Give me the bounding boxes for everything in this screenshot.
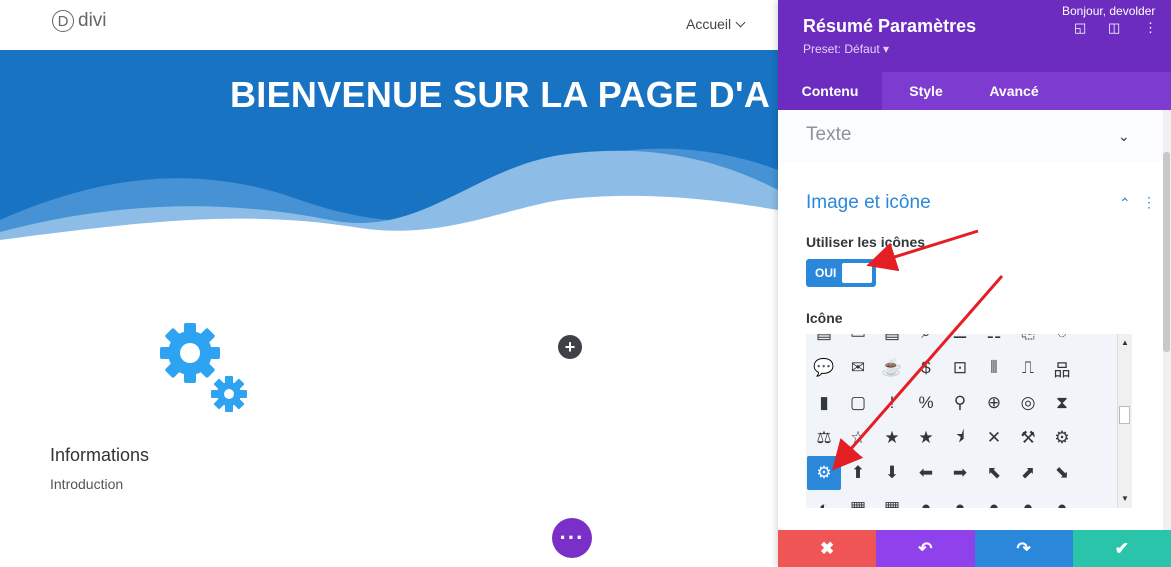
more-options-button[interactable]: ··· <box>552 518 592 558</box>
icon-option[interactable]: ✉ <box>841 351 875 385</box>
icon-grid-scroll-thumb[interactable] <box>1119 406 1130 424</box>
icon-option[interactable]: ⚙ <box>1045 421 1079 455</box>
chevron-down-icon <box>735 17 746 27</box>
use-icons-toggle[interactable]: OUI <box>806 259 876 287</box>
icon-option[interactable]: ⬇ <box>875 456 909 490</box>
section-menu-icon[interactable]: ⋮ <box>1142 194 1156 211</box>
hero-section: BIENVENUE SUR LA PAGE D'A <box>0 50 778 240</box>
icon-option[interactable]: % <box>909 386 943 420</box>
panel-header[interactable]: Résumé Paramètres Preset: Défaut ▾ Bonjo… <box>778 0 1171 72</box>
icon-option[interactable]: ⚒ <box>1011 421 1045 455</box>
panel-tabs: Contenu Style Avancé <box>778 72 1171 110</box>
icon-option[interactable]: ☰ <box>943 334 977 350</box>
icon-option[interactable]: ● <box>909 491 943 508</box>
kebab-menu-icon[interactable]: ⋮ <box>1144 20 1157 36</box>
icon-option[interactable]: ☕ <box>875 351 909 385</box>
icon-option[interactable]: ⫴ <box>977 351 1011 385</box>
tab-style[interactable]: Style <box>890 72 962 110</box>
icon-option[interactable]: ☷ <box>977 334 1011 350</box>
scroll-up-icon[interactable]: ▲ <box>1121 338 1129 347</box>
icon-option[interactable]: ● <box>1045 491 1079 508</box>
icon-option[interactable]: ◐ <box>807 491 841 508</box>
panel-title: Résumé Paramètres <box>803 16 977 36</box>
site-header: D divi Accueil <box>0 0 778 50</box>
icon-picker-grid: ▤▭▤⌕☰☷⎘◌💬✉☕$⊡⫴⎍品▮▢!%⚲⊕◎⧗⚖☆★★⯨✕⚒⚙⚙⬆⬇⬅➡⬉⬈⬊… <box>806 334 1117 508</box>
icon-option[interactable]: ▭ <box>841 334 875 350</box>
section-texte[interactable]: Texte ⌄ <box>778 110 1163 163</box>
use-icons-label: Utiliser les icônes <box>806 234 926 250</box>
icon-option[interactable]: ! <box>875 386 909 420</box>
expand-icon[interactable]: ◱ <box>1074 20 1086 36</box>
icon-option[interactable]: 品 <box>1045 351 1079 385</box>
icon-option[interactable]: $ <box>909 351 943 385</box>
section-title-image-icone[interactable]: Image et icône <box>806 192 931 214</box>
icon-option[interactable]: ● <box>943 491 977 508</box>
icon-grid-scrollbar[interactable]: ▲ ▼ <box>1117 334 1132 508</box>
toggle-value: OUI <box>815 266 837 280</box>
icon-option[interactable]: ▦ <box>841 491 875 508</box>
section-title-texte: Texte <box>806 124 852 145</box>
save-button[interactable]: ✔ <box>1072 530 1171 567</box>
hero-title: BIENVENUE SUR LA PAGE D'A <box>230 74 771 115</box>
cancel-button[interactable]: ✖ <box>778 530 877 567</box>
nav-item-label: Accueil <box>686 16 732 32</box>
tab-contenu[interactable]: Contenu <box>778 72 882 110</box>
tab-avance[interactable]: Avancé <box>974 72 1054 110</box>
icon-option[interactable]: ▢ <box>841 386 875 420</box>
icon-option[interactable]: ▮ <box>807 386 841 420</box>
icon-option[interactable]: ⧗ <box>1045 386 1079 420</box>
logo-mark: D <box>52 10 74 32</box>
icon-label: Icône <box>806 310 843 326</box>
icon-option[interactable]: ⬈ <box>1011 456 1045 490</box>
icon-option[interactable]: ⚖ <box>807 421 841 455</box>
add-module-button[interactable]: + <box>558 335 582 359</box>
icon-option[interactable]: ✕ <box>977 421 1011 455</box>
nav-item-accueil[interactable]: Accueil <box>686 16 746 32</box>
panel-footer: ✖ ↶ ↷ ✔ <box>778 530 1171 567</box>
redo-button[interactable]: ↷ <box>974 530 1073 567</box>
icon-option[interactable]: ⌕ <box>909 334 943 350</box>
logo-text: divi <box>78 10 107 31</box>
icon-option[interactable]: ▤ <box>807 334 841 350</box>
scroll-down-icon[interactable]: ▼ <box>1121 494 1129 503</box>
undo-button[interactable]: ↶ <box>876 530 975 567</box>
icon-option[interactable]: ⚲ <box>943 386 977 420</box>
icon-option[interactable]: ➡ <box>943 456 977 490</box>
icon-option-gears-selected[interactable]: ⚙ <box>807 456 841 490</box>
info-subtitle: Introduction <box>50 476 124 492</box>
chevron-up-icon[interactable]: ⌃ <box>1119 195 1131 212</box>
icon-option[interactable]: ⬊ <box>1045 456 1079 490</box>
gears-icon[interactable] <box>155 318 255 423</box>
icon-option[interactable]: ⯨ <box>943 421 977 455</box>
site-logo[interactable]: D divi <box>52 10 107 32</box>
greeting-text: Bonjour, devolder <box>1062 4 1156 18</box>
icon-option[interactable]: ⎍ <box>1011 351 1045 385</box>
panel-scrollbar[interactable] <box>1163 110 1171 530</box>
icon-option[interactable]: ★ <box>909 421 943 455</box>
icon-option[interactable]: ⊕ <box>977 386 1011 420</box>
icon-option[interactable]: ◌ <box>1045 334 1079 350</box>
icon-option[interactable]: ⊡ <box>943 351 977 385</box>
icon-option[interactable]: ▤ <box>875 334 909 350</box>
icon-option[interactable]: ★ <box>875 421 909 455</box>
chevron-down-icon: ⌄ <box>1118 128 1130 144</box>
icon-option[interactable]: ⬅ <box>909 456 943 490</box>
settings-panel: Résumé Paramètres Preset: Défaut ▾ Bonjo… <box>778 0 1171 567</box>
panel-body: Texte ⌄ Image et icône ⌃ ⋮ Utiliser les … <box>778 110 1163 530</box>
panel-scroll-thumb[interactable] <box>1163 152 1170 352</box>
icon-option[interactable]: 💬 <box>807 351 841 385</box>
icon-option[interactable]: ⬆ <box>841 456 875 490</box>
split-view-icon[interactable]: ◫ <box>1108 20 1120 36</box>
icon-option[interactable]: ● <box>1011 491 1045 508</box>
icon-option[interactable]: ☆ <box>841 421 875 455</box>
icon-option[interactable]: ⬉ <box>977 456 1011 490</box>
icon-option[interactable]: ⎘ <box>1011 334 1045 350</box>
info-title: Informations <box>50 445 150 465</box>
icon-option[interactable]: ● <box>977 491 1011 508</box>
icon-option[interactable]: ◎ <box>1011 386 1045 420</box>
toggle-knob <box>842 263 872 283</box>
preset-dropdown[interactable]: Preset: Défaut ▾ <box>803 42 889 56</box>
icon-option[interactable]: ▦ <box>875 491 909 508</box>
